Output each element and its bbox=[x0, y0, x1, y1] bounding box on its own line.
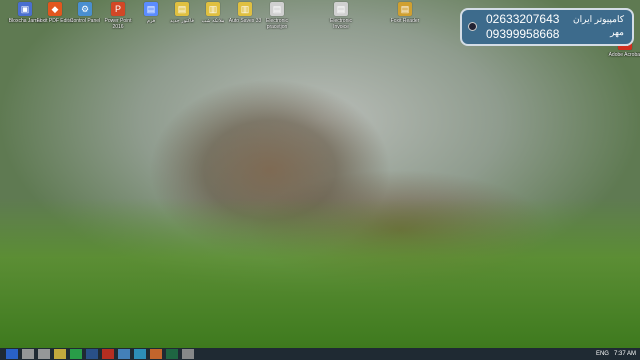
settings-taskbar-icon[interactable] bbox=[182, 349, 194, 359]
desktop-icon-label: Foxit Reader bbox=[390, 18, 420, 24]
pdf-taskbar-icon[interactable] bbox=[102, 349, 114, 359]
wallpaper-grass bbox=[0, 198, 640, 348]
start-taskbar-icon[interactable] bbox=[6, 349, 18, 359]
search-taskbar-icon[interactable] bbox=[22, 349, 34, 359]
app-icon: ▤ bbox=[270, 2, 284, 16]
excel-taskbar-icon[interactable] bbox=[166, 349, 178, 359]
word-taskbar-icon[interactable] bbox=[86, 349, 98, 359]
desktop: ▣ Bloxcha Jamal ◆ Foxit PDF Editor ⚙ Control … bbox=[0, 0, 640, 348]
app-icon: ▤ bbox=[144, 2, 158, 16]
vpn-taskbar-icon[interactable] bbox=[134, 349, 146, 359]
system-tray[interactable]: ENG 7:37 AM bbox=[596, 349, 636, 359]
brand-name: کامپیوتر ایران مهر bbox=[573, 14, 624, 37]
app-icon: ◆ bbox=[48, 2, 62, 16]
chrome-taskbar-icon[interactable] bbox=[70, 349, 82, 359]
app-icon: ▤ bbox=[334, 2, 348, 16]
app-icon: ▤ bbox=[175, 2, 189, 16]
app-icon: ▤ bbox=[398, 2, 412, 16]
phone-2: 09399958668 bbox=[486, 27, 560, 41]
mail-taskbar-icon[interactable] bbox=[118, 349, 130, 359]
app-icon: ▥ bbox=[238, 2, 252, 16]
desktop-icon-label: Electronic Invoice bbox=[330, 18, 352, 30]
app-icon: ▥ bbox=[206, 2, 220, 16]
app-icon: ⚙ bbox=[78, 2, 92, 16]
app-icon: ▣ bbox=[18, 2, 32, 16]
phone-1: 02633207643 bbox=[486, 12, 560, 26]
desktop-icon[interactable]: ▤ Electronic Invoice bbox=[322, 2, 360, 30]
explorer-taskbar-icon[interactable] bbox=[54, 349, 66, 359]
task-view-taskbar-icon[interactable] bbox=[38, 349, 50, 359]
desktop-icon-label: Electronic pracetjon bbox=[266, 18, 288, 30]
desktop-icon[interactable]: ▤ Electronic pracetjon bbox=[258, 2, 296, 30]
media-taskbar-icon[interactable] bbox=[150, 349, 162, 359]
desktop-icon-label: Adobe Acrobat bbox=[608, 52, 640, 58]
contact-banner: 02633207643 09399958668 کامپیوتر ایران م… bbox=[460, 8, 634, 46]
desktop-icon[interactable]: ▤ Foxit Reader bbox=[386, 2, 424, 24]
clock[interactable]: 7:37 AM bbox=[614, 351, 636, 357]
taskbar: ENG 7:37 AM bbox=[0, 348, 640, 360]
hang-hole-icon bbox=[468, 22, 477, 31]
app-icon: P bbox=[111, 2, 125, 16]
language-indicator[interactable]: ENG bbox=[596, 351, 609, 357]
